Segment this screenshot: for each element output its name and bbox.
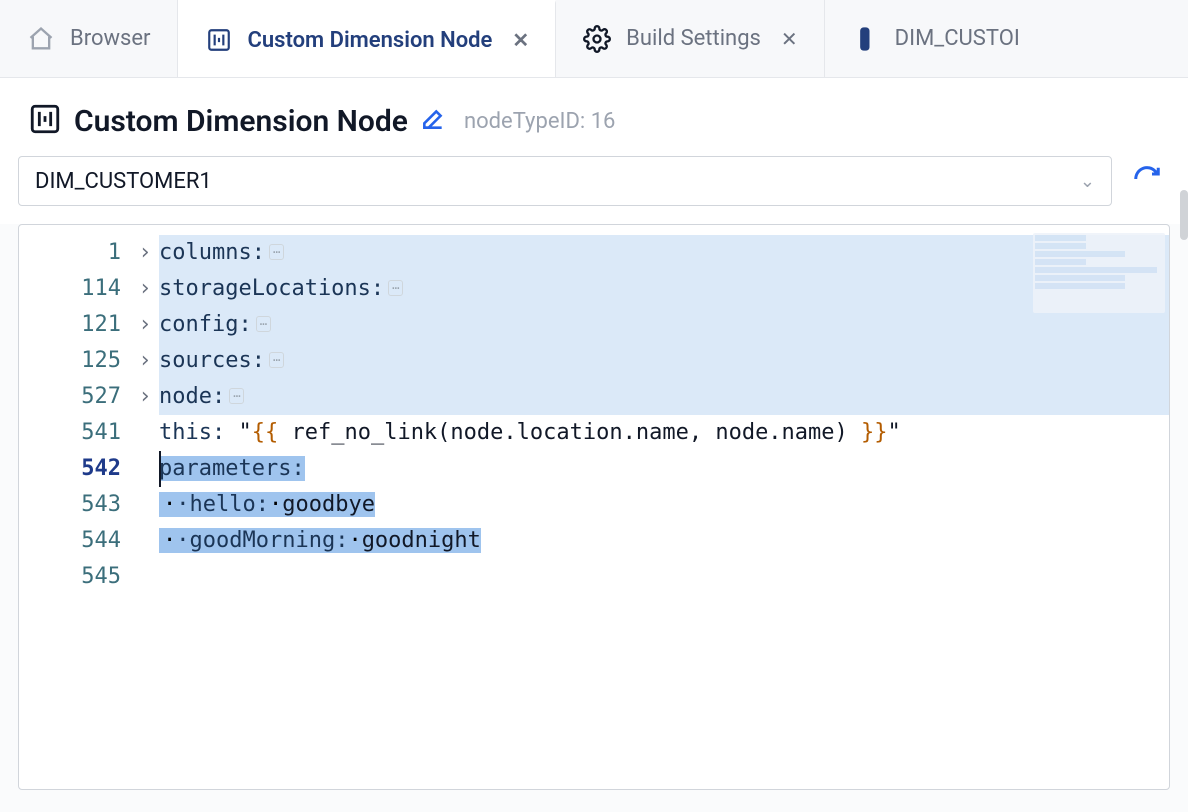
home-icon: [26, 24, 56, 54]
tab-label: Build Settings: [626, 26, 761, 51]
tab-label: Custom Dimension Node: [248, 28, 493, 53]
tab-build-settings[interactable]: Build Settings ✕: [556, 0, 825, 77]
chevron-down-icon: ⌄: [1080, 171, 1095, 192]
bar-icon: [851, 24, 881, 54]
fold-toggle[interactable]: ›: [131, 343, 159, 379]
fold-ellipsis-icon[interactable]: ⋯: [269, 244, 284, 260]
dimension-icon: [28, 102, 62, 140]
tab-browser[interactable]: Browser: [0, 0, 178, 77]
node-select[interactable]: DIM_CUSTOMER1 ⌄: [18, 156, 1112, 206]
fold-gutter[interactable]: › › › › ›: [131, 235, 159, 595]
select-value: DIM_CUSTOMER1: [35, 169, 212, 194]
fold-toggle[interactable]: ›: [131, 307, 159, 343]
fold-ellipsis-icon[interactable]: ⋯: [229, 388, 244, 404]
fold-ellipsis-icon[interactable]: ⋯: [388, 280, 403, 296]
tab-dim-customer[interactable]: DIM_CUSTOI: [825, 0, 1046, 77]
code-content[interactable]: columns:⋯ storageLocations:⋯ config:⋯ so…: [159, 235, 1169, 595]
dimension-icon: [204, 25, 234, 55]
fold-toggle[interactable]: ›: [131, 235, 159, 271]
fold-ellipsis-icon[interactable]: ⋯: [269, 352, 284, 368]
fold-toggle[interactable]: ›: [131, 379, 159, 415]
gear-icon: [582, 24, 612, 54]
scrollbar[interactable]: [1180, 150, 1188, 810]
page-header: Custom Dimension Node nodeTypeID: 16: [0, 78, 1188, 156]
close-icon[interactable]: ✕: [512, 28, 529, 52]
close-icon[interactable]: ✕: [781, 27, 798, 51]
refresh-button[interactable]: [1132, 164, 1162, 198]
fold-ellipsis-icon[interactable]: ⋯: [256, 316, 271, 332]
select-row: DIM_CUSTOMER1 ⌄: [0, 156, 1188, 224]
node-type-id: nodeTypeID: 16: [464, 109, 616, 134]
page-title: Custom Dimension Node: [74, 104, 408, 139]
minimap[interactable]: [1033, 233, 1165, 313]
code-editor[interactable]: 1 114 121 125 527 541 542 543 544 545 › …: [18, 224, 1170, 790]
tab-bar: Browser Custom Dimension Node ✕ Build Se…: [0, 0, 1188, 78]
edit-icon[interactable]: [420, 106, 446, 136]
fold-toggle[interactable]: ›: [131, 271, 159, 307]
tab-label: Browser: [70, 26, 151, 51]
tab-custom-dimension[interactable]: Custom Dimension Node ✕: [178, 0, 557, 77]
tab-label: DIM_CUSTOI: [895, 26, 1020, 51]
scrollbar-thumb[interactable]: [1180, 190, 1188, 240]
line-gutter: 1 114 121 125 527 541 542 543 544 545: [19, 235, 131, 595]
